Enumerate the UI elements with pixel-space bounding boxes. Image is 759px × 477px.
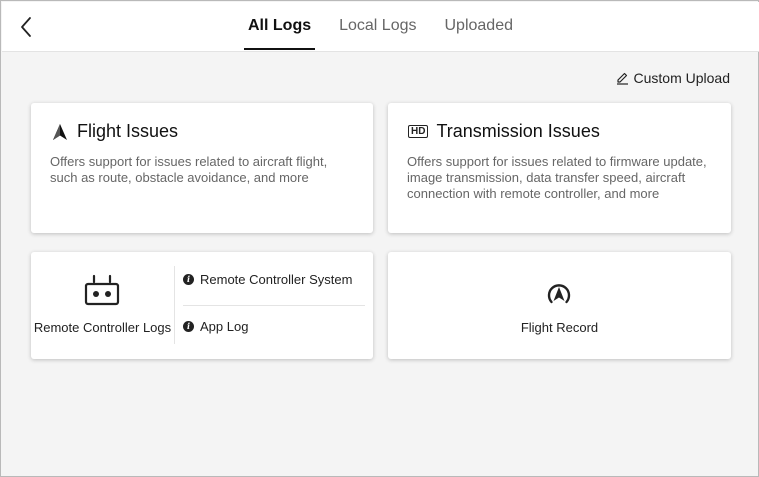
hd-icon: HD <box>408 125 429 138</box>
log-tabs: All Logs Local Logs Uploaded <box>2 2 759 52</box>
remote-controller-system-label: Remote Controller System <box>200 271 353 287</box>
transmission-issues-card[interactable]: HD Transmission Issues Offers support fo… <box>388 103 731 233</box>
aircraft-arrow-icon <box>53 123 67 140</box>
flight-record-icon <box>547 284 571 304</box>
pencil-icon <box>616 72 628 85</box>
flight-issues-card[interactable]: Flight Issues Offers support for issues … <box>31 103 373 233</box>
remote-controller-logs-card: Remote Controller Logs i Remote Controll… <box>31 252 373 359</box>
flight-issues-title-row: Flight Issues <box>51 121 178 142</box>
top-bar: All Logs Local Logs Uploaded <box>2 2 759 52</box>
flight-record-card[interactable]: Flight Record <box>388 252 731 359</box>
flight-issues-title: Flight Issues <box>77 121 179 141</box>
custom-upload-button[interactable]: Custom Upload <box>616 68 731 88</box>
transmission-issues-title-row: HD Transmission Issues <box>408 121 600 142</box>
tab-uploaded[interactable]: Uploaded <box>445 2 514 52</box>
app-log-item[interactable]: i App Log <box>183 315 365 337</box>
tab-local-logs[interactable]: Local Logs <box>339 2 416 52</box>
transmission-issues-description: Offers support for issues related to fir… <box>407 154 707 201</box>
remote-controller-logs-label: Remote Controller Logs <box>33 320 172 335</box>
transmission-issues-title: Transmission Issues <box>436 121 600 141</box>
flight-record-label: Flight Record <box>520 320 599 335</box>
remote-controller-icon <box>84 274 120 306</box>
app-log-label: App Log <box>200 318 249 334</box>
flight-issues-description: Offers support for issues related to air… <box>50 154 328 185</box>
tab-all-logs[interactable]: All Logs <box>243 2 316 52</box>
info-icon: i <box>183 273 194 285</box>
remote-controller-logs-button[interactable]: Remote Controller Logs <box>31 252 174 359</box>
custom-upload-label: Custom Upload <box>633 70 731 86</box>
horizontal-divider <box>183 305 365 306</box>
info-icon: i <box>183 320 194 332</box>
vertical-divider <box>174 266 175 344</box>
remote-controller-system-item[interactable]: i Remote Controller System <box>183 268 365 290</box>
app-window: All Logs Local Logs Uploaded Custom Uplo… <box>0 0 759 477</box>
